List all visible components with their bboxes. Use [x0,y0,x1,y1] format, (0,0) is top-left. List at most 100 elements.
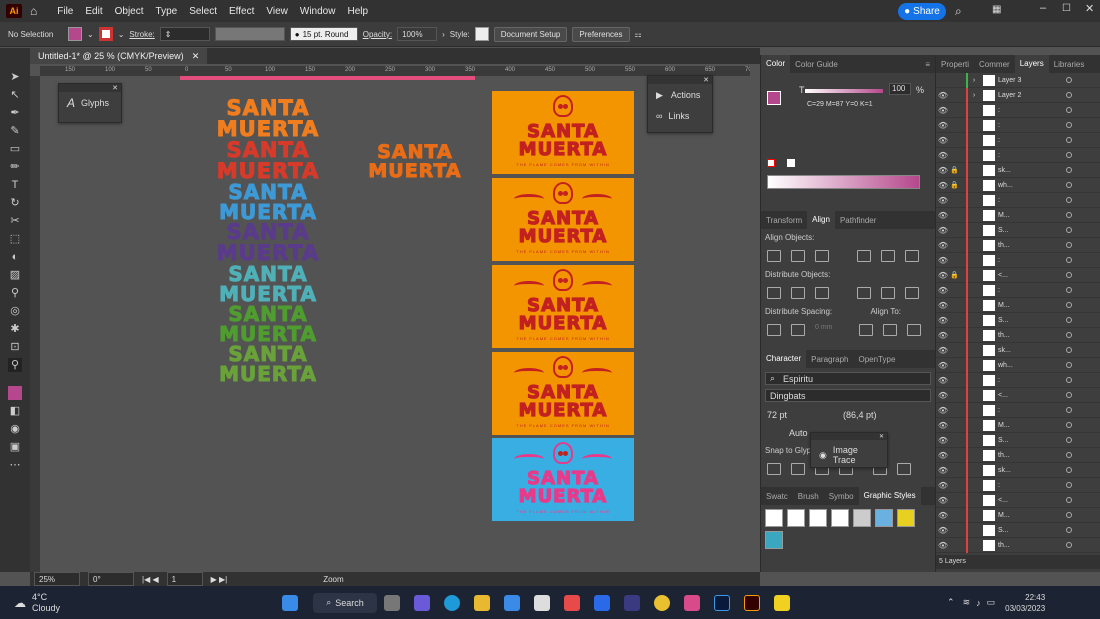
tab-pathfinder[interactable]: Pathfinder [835,216,881,225]
layer-row[interactable]: 👁: [936,282,1100,298]
visibility-eye-icon[interactable]: 👁 [936,226,950,235]
paintbrush-tool-icon[interactable]: ✏ [8,160,22,174]
blend-tool-icon[interactable]: ◎ [8,304,22,318]
style-none[interactable] [787,509,805,527]
visibility-eye-icon[interactable]: 👁 [936,241,950,250]
curvature-tool-icon[interactable]: ✎ [8,124,22,138]
share-button[interactable]: ● Share [898,3,946,20]
shape-builder-tool-icon[interactable]: ◐ [8,250,22,264]
align-left-icon[interactable] [767,250,781,262]
tab-graphic-styles[interactable]: Graphic Styles [858,487,921,505]
menu-edit[interactable]: Edit [79,6,108,17]
layer-row[interactable]: 👁 <... [936,492,1100,508]
layer-row[interactable]: 👁: [936,132,1100,148]
fill-stroke-icon[interactable] [8,386,22,400]
visibility-eye-icon[interactable]: 👁 [936,466,950,475]
tab-color-guide[interactable]: Color Guide [790,60,843,69]
layer-name[interactable]: : [998,122,1000,129]
layer-row[interactable]: 👁 M... [936,417,1100,433]
symbol-sprayer-icon[interactable]: ✱ [8,322,22,336]
distribute-bottom-icon[interactable] [815,287,829,299]
layer-name[interactable]: M... [998,212,1010,219]
target-icon[interactable] [1066,497,1072,503]
layer-name[interactable]: : [998,257,1000,264]
fill-swatch[interactable] [68,27,82,41]
layer-name[interactable]: wh... [998,182,1013,189]
image-trace-label[interactable]: Image Trace [833,445,879,465]
stroke-dropdown-icon[interactable]: ⌄ [118,30,125,39]
store-icon[interactable] [564,594,581,611]
layer-row[interactable]: 👁 sk... [936,342,1100,358]
menu-help[interactable]: Help [341,6,374,17]
tray-chevron-icon[interactable]: ⌃ [947,597,955,608]
close-icon[interactable]: ✕ [811,433,887,440]
glyphs-label[interactable]: Glyphs [81,98,109,108]
visibility-eye-icon[interactable]: 👁 [936,196,950,205]
visibility-eye-icon[interactable]: 👁 [936,316,950,325]
none-swatch[interactable] [767,159,775,167]
maximize-icon[interactable]: ☐ [1062,3,1071,14]
layer-name[interactable]: : [998,482,1000,489]
target-icon[interactable] [1066,77,1072,83]
screen-mode-icon[interactable]: ▣ [8,440,22,454]
chevron-right-icon[interactable]: › [442,30,445,39]
task-view-icon[interactable] [384,594,401,611]
chrome-icon[interactable] [654,594,671,611]
target-icon[interactable] [1066,392,1072,398]
align-to-selection-icon[interactable] [858,324,873,336]
search-icon[interactable]: ⌕ [955,4,962,19]
expand-icon[interactable]: › [968,77,980,84]
distribute-hcenter-icon[interactable] [881,287,895,299]
style-teal[interactable] [765,531,783,549]
free-transform-tool-icon[interactable]: ⬚ [8,232,22,246]
instagram-icon[interactable] [684,594,701,611]
actions-label[interactable]: Actions [671,90,701,101]
selection-tool-icon[interactable]: ➤ [8,70,22,84]
tint-ramp[interactable] [767,175,920,189]
dropbox-icon[interactable] [594,594,611,611]
visibility-eye-icon[interactable]: 👁 [936,361,950,370]
draw-mode-icon[interactable]: ◉ [8,422,22,436]
lock-icon[interactable]: 🔒 [950,166,966,174]
target-icon[interactable] [1066,197,1072,203]
layer-row[interactable]: 👁: [936,372,1100,388]
miro-icon[interactable] [774,594,791,611]
target-icon[interactable] [1066,407,1072,413]
menu-window[interactable]: Window [294,6,342,17]
layer-name[interactable]: sk... [998,167,1011,174]
zoom-tool-icon[interactable]: ⚲ [8,358,22,372]
tint-slider[interactable] [805,89,883,93]
visibility-eye-icon[interactable]: 👁 [936,436,950,445]
visibility-eye-icon[interactable]: 👁 [936,526,950,535]
opacity-label[interactable]: Opacity: [363,30,392,39]
font-size-field[interactable]: 72 pt [767,410,787,420]
target-icon[interactable] [1066,107,1072,113]
target-icon[interactable] [1066,242,1072,248]
distribute-left-icon[interactable] [857,287,871,299]
tab-swatches[interactable]: Swatc [761,492,793,501]
prime-video-icon[interactable] [624,594,641,611]
lock-icon[interactable]: 🔒 [950,181,966,189]
stroke-label[interactable]: Stroke: [129,30,154,39]
layer-name[interactable]: th... [998,242,1010,249]
amazon-icon[interactable] [534,594,551,611]
visibility-eye-icon[interactable]: 👁 [936,406,950,415]
file-explorer-icon[interactable] [474,594,491,611]
white-swatch[interactable] [787,159,795,167]
target-icon[interactable] [1066,272,1072,278]
menu-view[interactable]: View [260,6,294,17]
menu-effect[interactable]: Effect [223,6,260,17]
layer-row[interactable]: 👁 🔒 sk... [936,162,1100,178]
layer-row[interactable]: 👁 th... [936,447,1100,463]
visibility-eye-icon[interactable]: 👁 [936,541,950,550]
target-icon[interactable] [1066,317,1072,323]
document-tab[interactable]: Untitled-1* @ 25 % (CMYK/Preview) ✕ [30,48,208,64]
style-swatch[interactable] [474,27,489,41]
rotation-field[interactable]: 0° [88,572,134,586]
layer-name[interactable]: S... [998,437,1009,444]
visibility-eye-icon[interactable]: 👁 [936,151,950,160]
target-icon[interactable] [1066,452,1072,458]
artboard-field[interactable]: 1 [166,572,203,586]
target-icon[interactable] [1066,167,1072,173]
target-icon[interactable] [1066,137,1072,143]
